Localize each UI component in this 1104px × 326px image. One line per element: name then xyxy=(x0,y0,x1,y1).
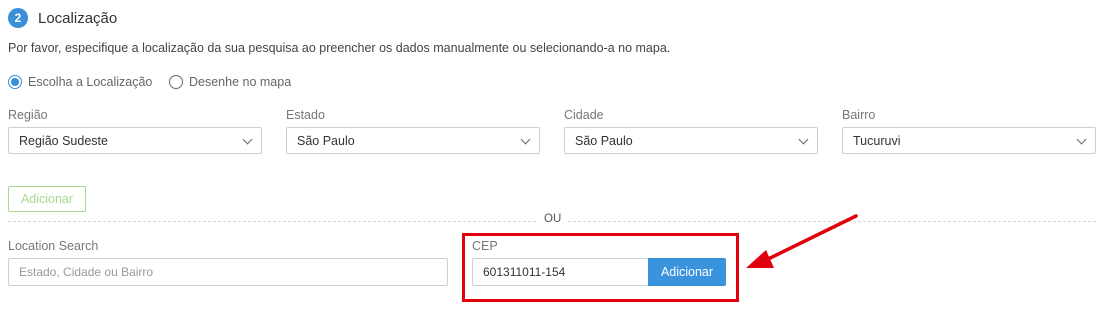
add-location-button[interactable]: Adicionar xyxy=(8,186,86,212)
radio-unchecked-icon[interactable] xyxy=(169,75,183,89)
chevron-down-icon xyxy=(1076,134,1087,144)
location-search-input[interactable]: Estado, Cidade ou Bairro xyxy=(8,258,448,286)
red-arrow-icon xyxy=(746,214,858,268)
region-label: Região xyxy=(8,108,48,122)
radio-choose-location[interactable]: Escolha a Localização xyxy=(8,75,152,89)
city-select[interactable]: São Paulo xyxy=(564,127,818,154)
state-label: Estado xyxy=(286,108,325,122)
radio-label: Escolha a Localização xyxy=(28,75,153,89)
neighborhood-label: Bairro xyxy=(842,108,876,122)
section-title: Localização xyxy=(38,10,118,27)
cep-input[interactable]: 601311011-154 xyxy=(472,258,649,286)
location-search-label: Location Search xyxy=(8,239,99,253)
state-select-value: São Paulo xyxy=(297,133,355,148)
chevron-down-icon xyxy=(520,134,531,144)
section-description: Por favor, especifique a localização da … xyxy=(8,41,671,55)
step-number-badge: 2 xyxy=(8,8,28,28)
radio-draw-on-map[interactable]: Desenhe no mapa xyxy=(169,75,291,89)
cep-label: CEP xyxy=(472,239,498,253)
radio-label: Desenhe no mapa xyxy=(189,75,292,89)
neighborhood-select[interactable]: Tucuruvi xyxy=(842,127,1096,154)
city-select-value: São Paulo xyxy=(575,133,633,148)
city-label: Cidade xyxy=(564,108,604,122)
divider-or-text: OU xyxy=(538,213,568,225)
neighborhood-select-value: Tucuruvi xyxy=(853,133,901,148)
region-select-value: Região Sudeste xyxy=(19,133,108,148)
chevron-down-icon xyxy=(798,134,809,144)
state-select[interactable]: São Paulo xyxy=(286,127,540,154)
radio-checked-icon[interactable] xyxy=(8,75,22,89)
chevron-down-icon xyxy=(242,134,253,144)
region-select[interactable]: Região Sudeste xyxy=(8,127,262,154)
add-cep-button[interactable]: Adicionar xyxy=(648,258,726,286)
